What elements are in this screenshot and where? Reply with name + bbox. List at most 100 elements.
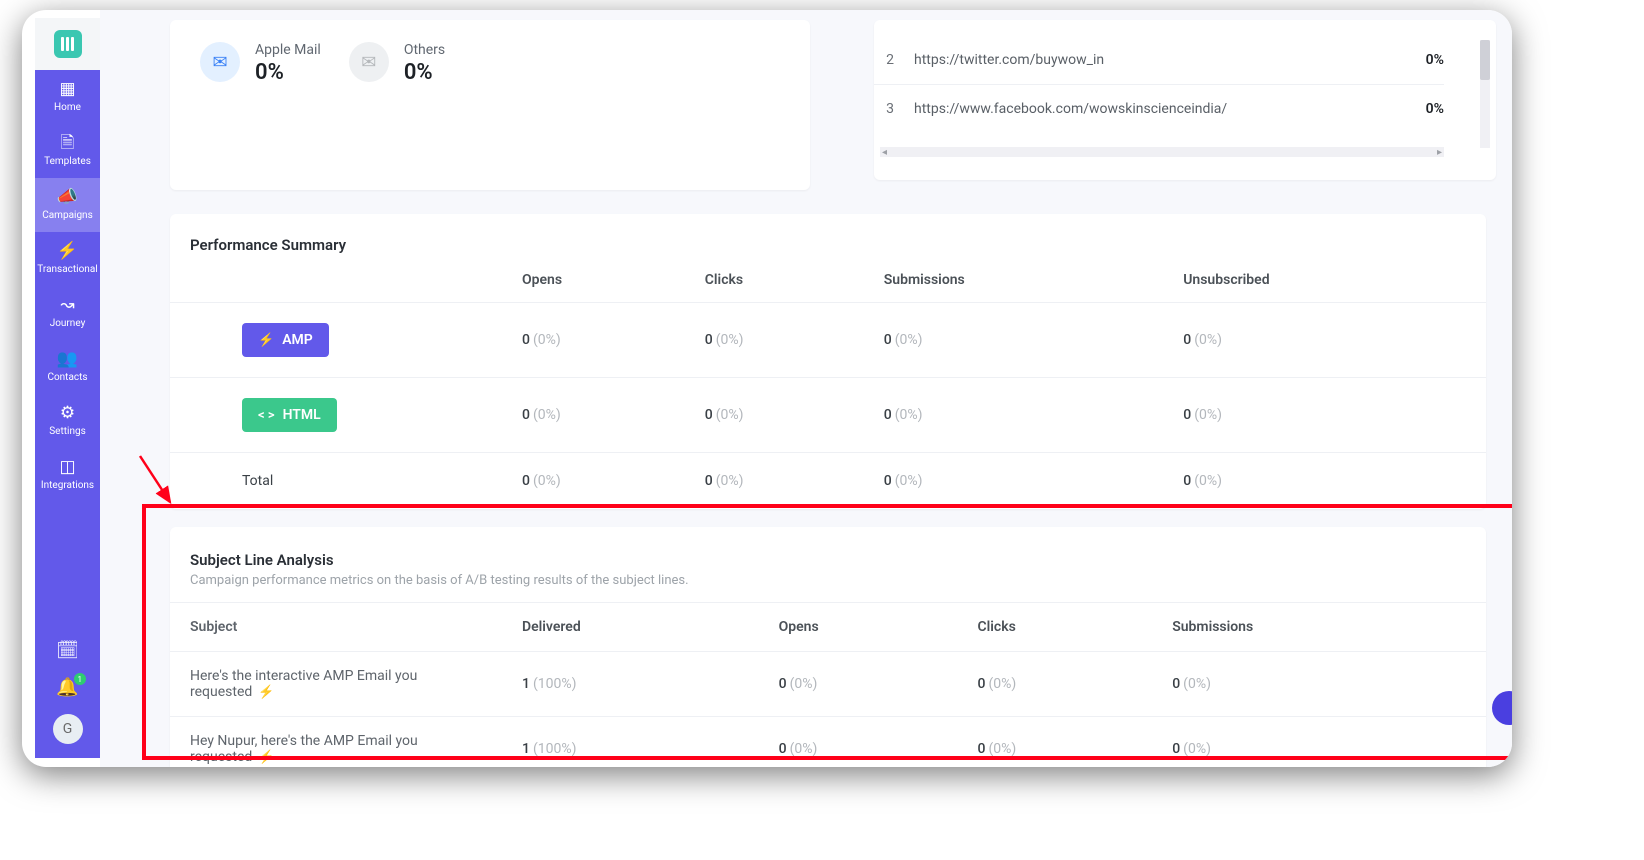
subject-table: Subject Delivered Opens Clicks Submissio… bbox=[170, 602, 1486, 767]
app-window: ▦ Home 🗎 Templates 📣 Campaigns ⚡ Transac… bbox=[22, 10, 1512, 767]
gear-icon: ⚙ bbox=[60, 405, 75, 422]
nav-label: Settings bbox=[49, 426, 86, 437]
cell: 0(0%) bbox=[1171, 453, 1486, 510]
link-rank: 3 bbox=[874, 101, 906, 117]
nav-integrations[interactable]: ◫ Integrations bbox=[35, 448, 100, 502]
col-header: Clicks bbox=[965, 603, 1160, 652]
nav-templates[interactable]: 🗎 Templates bbox=[35, 124, 100, 178]
nav-label: Contacts bbox=[47, 372, 87, 383]
path-icon: ↝ bbox=[60, 297, 74, 314]
scroll-left-icon[interactable]: ◂ bbox=[882, 147, 887, 158]
link-rank: 2 bbox=[874, 52, 906, 68]
scroll-right-icon[interactable]: ▸ bbox=[1437, 147, 1442, 158]
vertical-scrollbar[interactable] bbox=[1480, 40, 1490, 148]
table-row: Hey Nupur, here's the AMP Email you requ… bbox=[170, 717, 1486, 768]
cell: 0(0%) bbox=[510, 453, 693, 510]
envelope-icon: ✉ bbox=[200, 42, 240, 82]
cell: 0(0%) bbox=[872, 453, 1171, 510]
cell: 0(0%) bbox=[965, 717, 1160, 768]
col-header: Submissions bbox=[1160, 603, 1486, 652]
table-row: < >HTML 0(0%) 0(0%) 0(0%) 0(0%) bbox=[170, 378, 1486, 453]
performance-summary-card: Performance Summary Opens Clicks Submiss… bbox=[170, 214, 1486, 509]
notif-badge: 1 bbox=[74, 673, 86, 685]
grid-icon: ▦ bbox=[59, 81, 75, 98]
logo[interactable] bbox=[35, 18, 100, 70]
horizontal-scrollbar[interactable]: ◂ ▸ bbox=[880, 147, 1444, 157]
nav-journey[interactable]: ↝ Journey bbox=[35, 286, 100, 340]
col-header: Delivered bbox=[510, 603, 767, 652]
nav-settings[interactable]: ⚙ Settings bbox=[35, 394, 100, 448]
bolt-icon: ⚡ bbox=[57, 243, 78, 260]
nav-label: Journey bbox=[50, 318, 86, 329]
cell: 0(0%) bbox=[1171, 378, 1486, 453]
cell: 0(0%) bbox=[1160, 652, 1486, 717]
amp-badge: ⚡AMP bbox=[242, 323, 329, 357]
cell: 0(0%) bbox=[767, 717, 966, 768]
subject-line-analysis-card: Subject Line Analysis Campaign performan… bbox=[170, 527, 1486, 767]
mail-value: 0% bbox=[255, 60, 321, 85]
bolt-icon: ⚡ bbox=[258, 333, 274, 348]
cell: 0(0%) bbox=[1160, 717, 1486, 768]
envelope-icon: ✉ bbox=[349, 42, 389, 82]
mail-value: 0% bbox=[404, 60, 445, 85]
nav-contacts[interactable]: 👥 Contacts bbox=[35, 340, 100, 394]
cell: 0(0%) bbox=[510, 303, 693, 378]
subject-cell: Hey Nupur, here's the AMP Email you requ… bbox=[170, 717, 510, 768]
mail-stat-others: ✉ Others 0% bbox=[349, 42, 445, 168]
html-badge: < >HTML bbox=[242, 398, 337, 432]
main-content: ✉ Apple Mail 0% ✉ Others 0% bbox=[100, 10, 1512, 767]
col-header: Subject bbox=[170, 603, 510, 652]
performance-table: Opens Clicks Submissions Unsubscribed ⚡A… bbox=[170, 268, 1486, 509]
link-url: https://www.facebook.com/wowskinsciencei… bbox=[906, 101, 1426, 117]
nav-label: Transactional bbox=[37, 264, 97, 275]
table-row: ⚡AMP 0(0%) 0(0%) 0(0%) 0(0%) bbox=[170, 303, 1486, 378]
avatar[interactable]: G bbox=[53, 714, 83, 744]
table-row: Total 0(0%) 0(0%) 0(0%) 0(0%) bbox=[170, 453, 1486, 510]
links-card: 2 https://twitter.com/buywow_in 0% 3 htt… bbox=[874, 20, 1496, 180]
nav-transactional[interactable]: ⚡ Transactional bbox=[35, 232, 100, 286]
cell: 0(0%) bbox=[510, 378, 693, 453]
bell-icon[interactable]: 🔔 1 bbox=[56, 677, 78, 698]
col-header bbox=[170, 268, 510, 303]
plug-icon: ◫ bbox=[59, 459, 75, 476]
cell: 1(100%) bbox=[510, 717, 767, 768]
section-title: Subject Line Analysis bbox=[170, 545, 1486, 573]
sidebar: ▦ Home 🗎 Templates 📣 Campaigns ⚡ Transac… bbox=[35, 18, 100, 758]
col-header: Opens bbox=[767, 603, 966, 652]
cell: 0(0%) bbox=[872, 378, 1171, 453]
col-header: Submissions bbox=[872, 268, 1171, 303]
link-row[interactable]: 2 https://twitter.com/buywow_in 0% bbox=[874, 36, 1444, 84]
nav-campaigns[interactable]: 📣 Campaigns bbox=[35, 178, 100, 232]
people-icon: 👥 bbox=[57, 351, 78, 368]
col-header: Opens bbox=[510, 268, 693, 303]
cell: 0(0%) bbox=[872, 303, 1171, 378]
section-subtitle: Campaign performance metrics on the basi… bbox=[170, 573, 1486, 602]
mail-label: Others bbox=[404, 42, 445, 58]
link-pct: 0% bbox=[1426, 52, 1444, 68]
cell: 0(0%) bbox=[1171, 303, 1486, 378]
link-url: https://twitter.com/buywow_in bbox=[906, 52, 1426, 68]
document-icon: 🗎 bbox=[61, 135, 75, 152]
cell: 1(100%) bbox=[510, 652, 767, 717]
mail-stat-apple: ✉ Apple Mail 0% bbox=[200, 42, 321, 168]
link-row[interactable]: 3 https://www.facebook.com/wowskinscienc… bbox=[874, 84, 1444, 133]
nav-label: Integrations bbox=[41, 480, 94, 491]
nav-label: Home bbox=[54, 102, 81, 113]
bolt-icon: ⚡ bbox=[258, 685, 274, 700]
table-row: Here's the interactive AMP Email you req… bbox=[170, 652, 1486, 717]
megaphone-icon: 📣 bbox=[57, 189, 78, 206]
col-header: Unsubscribed bbox=[1171, 268, 1486, 303]
cell: 0(0%) bbox=[965, 652, 1160, 717]
subject-cell: Here's the interactive AMP Email you req… bbox=[170, 652, 510, 717]
calendar-icon[interactable]: 🗓 bbox=[56, 640, 79, 661]
cell: 0(0%) bbox=[767, 652, 966, 717]
mail-label: Apple Mail bbox=[255, 42, 321, 58]
col-header: Clicks bbox=[693, 268, 872, 303]
code-icon: < > bbox=[258, 408, 275, 423]
link-pct: 0% bbox=[1426, 101, 1444, 117]
cell: 0(0%) bbox=[693, 453, 872, 510]
nav-label: Campaigns bbox=[42, 210, 93, 221]
cell: 0(0%) bbox=[693, 378, 872, 453]
mail-client-card: ✉ Apple Mail 0% ✉ Others 0% bbox=[170, 20, 810, 190]
nav-home[interactable]: ▦ Home bbox=[35, 70, 100, 124]
